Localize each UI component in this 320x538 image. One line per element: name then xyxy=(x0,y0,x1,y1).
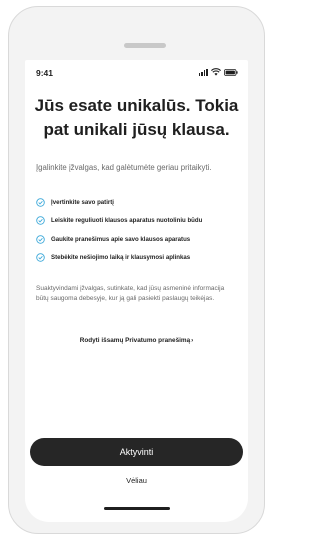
activate-button[interactable]: Aktyvinti xyxy=(30,438,243,466)
wifi-icon xyxy=(211,68,221,76)
benefit-label: Stebėkite nešiojimo laiką ir klausymosi … xyxy=(51,254,191,262)
check-circle-icon xyxy=(36,235,45,244)
signal-icon xyxy=(198,68,208,76)
chevron-right-icon: › xyxy=(191,337,194,344)
status-time: 9:41 xyxy=(36,68,54,78)
later-button[interactable]: Vėliau xyxy=(25,476,248,485)
status-bar: 9:41 xyxy=(25,60,248,82)
benefit-item: Įvertinkite savo patirtį xyxy=(36,193,246,212)
benefit-label: Leiskite reguliuoti klausos aparatus nuo… xyxy=(51,217,203,225)
benefit-list: Įvertinkite savo patirtį Leiskite reguli… xyxy=(36,193,246,267)
privacy-link-label: Rodyti išsamų Privatumo pranešimą xyxy=(79,337,191,344)
intro-text: Įgalinkite įžvalgas, kad galėtumėte geri… xyxy=(36,163,212,172)
home-indicator xyxy=(104,507,170,510)
benefit-label: Gaukite pranešimus apie savo klausos apa… xyxy=(51,235,191,243)
benefit-item: Leiskite reguliuoti klausos aparatus nuo… xyxy=(36,212,246,231)
speaker-grille xyxy=(124,43,166,48)
status-icons xyxy=(198,68,238,76)
benefit-item: Stebėkite nešiojimo laiką ir klausymosi … xyxy=(36,249,246,268)
benefit-label: Įvertinkite savo patirtį xyxy=(51,198,114,206)
phone-screen: 9:41 Jūs esate unikalūs. Tokia pat unika… xyxy=(25,60,248,522)
check-circle-icon xyxy=(36,216,45,225)
check-circle-icon xyxy=(36,253,45,262)
battery-icon xyxy=(224,68,238,76)
check-circle-icon xyxy=(36,198,45,207)
benefit-item: Gaukite pranešimus apie savo klausos apa… xyxy=(36,230,246,249)
consent-text: Suaktyvindami įžvalgas, sutinkate, kad j… xyxy=(36,285,225,302)
privacy-notice-link[interactable]: Rodyti išsamų Privatumo pranešimą› xyxy=(25,337,248,344)
page-title: Jūs esate unikalūs. Tokia pat unikali jū… xyxy=(34,96,239,139)
